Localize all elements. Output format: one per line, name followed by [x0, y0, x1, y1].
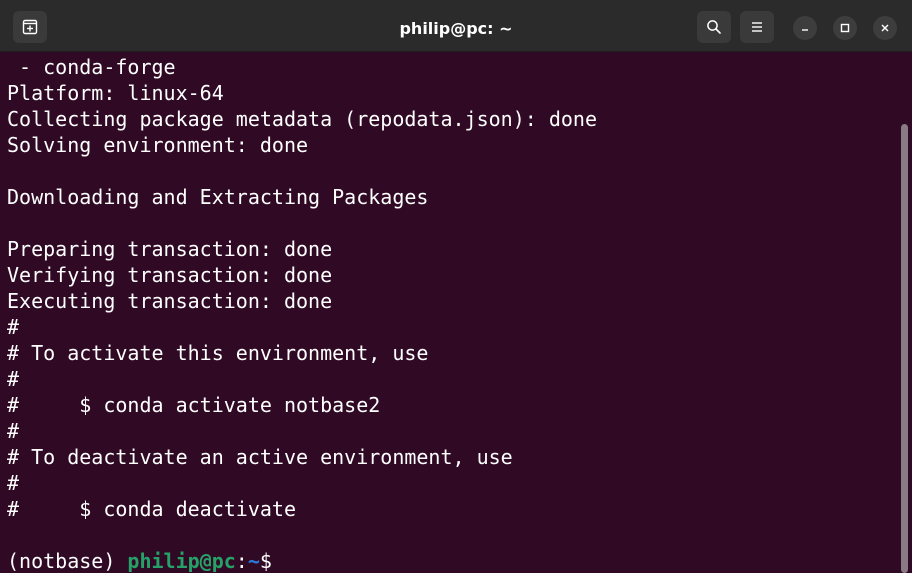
- window-title: philip@pc: ~: [399, 19, 513, 38]
- terminal-line: # $ conda activate notbase2: [7, 393, 381, 417]
- terminal-line: Platform: linux-64: [7, 81, 224, 105]
- prompt-colon: :: [235, 549, 248, 573]
- terminal-line: #: [7, 367, 20, 391]
- prompt-env: (notbase): [7, 549, 128, 573]
- prompt-user-host: philip@pc: [127, 549, 236, 573]
- terminal-line: # To deactivate an active environment, u…: [7, 445, 513, 469]
- minimize-icon: [802, 29, 808, 31]
- new-tab-icon: [22, 19, 38, 35]
- terminal-line: #: [7, 315, 20, 339]
- scrollbar[interactable]: [901, 124, 908, 573]
- search-button[interactable]: [697, 11, 731, 43]
- terminal-output[interactable]: - conda-forge Platform: linux-64 Collect…: [0, 52, 900, 573]
- terminal-line: - conda-forge: [7, 55, 176, 79]
- terminal-line: #: [7, 471, 20, 495]
- close-icon: [881, 24, 889, 32]
- shell-prompt[interactable]: (notbase) philip@pc:~$: [7, 548, 272, 573]
- terminal-line: # To activate this environment, use: [7, 341, 429, 365]
- title-bar: philip@pc: ~: [0, 0, 912, 52]
- new-tab-button[interactable]: [13, 11, 47, 43]
- terminal-line: #: [7, 419, 20, 443]
- terminal-line: Collecting package metadata (repodata.js…: [7, 107, 598, 131]
- minimize-button[interactable]: [793, 16, 817, 40]
- terminal-line: Executing transaction: done: [7, 289, 333, 313]
- terminal-window: philip@pc: ~ - conda-forge Platform: lin…: [0, 0, 912, 573]
- hamburger-menu-icon: [752, 22, 762, 32]
- search-icon: [707, 20, 721, 34]
- prompt-path: ~: [247, 549, 260, 573]
- maximize-button[interactable]: [833, 16, 857, 40]
- terminal-line: # $ conda deactivate: [7, 497, 296, 521]
- terminal-line: Verifying transaction: done: [7, 263, 333, 287]
- prompt-symbol: $: [259, 549, 272, 573]
- terminal-line: Solving environment: done: [7, 133, 309, 157]
- terminal-line: Preparing transaction: done: [7, 237, 333, 261]
- terminal-line: Downloading and Extracting Packages: [7, 185, 429, 209]
- maximize-icon: [840, 23, 850, 33]
- close-button[interactable]: [873, 16, 897, 40]
- menu-button[interactable]: [740, 11, 774, 43]
